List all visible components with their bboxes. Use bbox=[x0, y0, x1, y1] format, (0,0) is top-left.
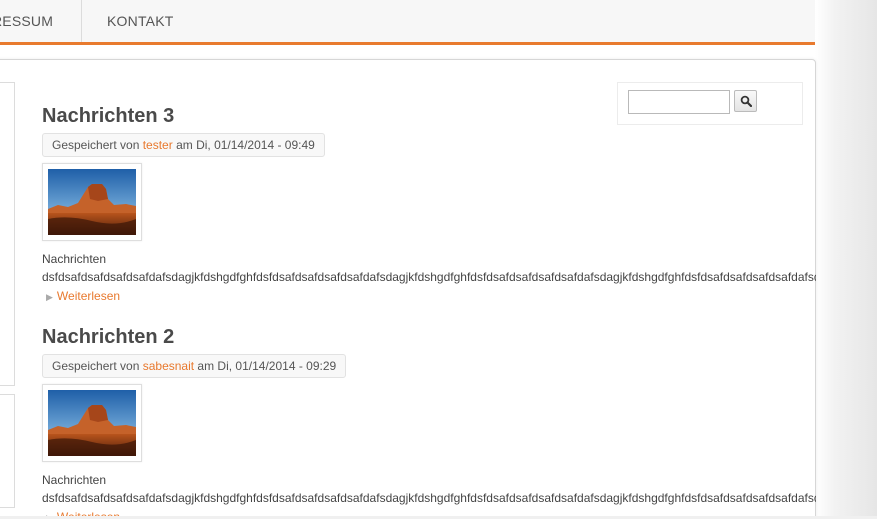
nav-divider bbox=[81, 0, 82, 42]
submitted-prefix: Gespeichert von bbox=[52, 359, 143, 373]
submitted-date: am Di, 01/14/2014 - 09:29 bbox=[194, 359, 337, 373]
top-navigation: RESSUM KONTAKT bbox=[0, 0, 815, 45]
article-teaser: Nachrichten 3 Gespeichert von tester am … bbox=[42, 104, 822, 306]
sidebar-panel bbox=[0, 394, 15, 508]
body-label: Nachrichten bbox=[42, 252, 107, 266]
read-more[interactable]: ▶ Weiterlesen bbox=[42, 287, 822, 306]
read-more-arrow-icon: ▶ bbox=[46, 292, 53, 302]
submitted-info: Gespeichert von tester am Di, 01/14/2014… bbox=[42, 133, 325, 157]
submitted-prefix: Gespeichert von bbox=[52, 138, 143, 152]
author-link[interactable]: sabesnait bbox=[143, 359, 194, 373]
read-more-link[interactable]: Weiterlesen bbox=[57, 289, 120, 303]
nav-item-kontakt[interactable]: KONTAKT bbox=[107, 0, 173, 42]
page: RESSUM KONTAKT Nachrichten 3 Gespeichert… bbox=[0, 0, 877, 519]
article-image bbox=[42, 163, 142, 241]
author-link[interactable]: tester bbox=[143, 138, 173, 152]
article-image bbox=[42, 384, 142, 462]
desert-landscape-image bbox=[48, 390, 136, 456]
body-text: dsfdsafdsafdsafdsafdafsdagjkfdshgdfghfds… bbox=[42, 491, 816, 505]
sidebar-panel bbox=[0, 82, 15, 386]
article-title[interactable]: Nachrichten 2 bbox=[42, 325, 822, 349]
submitted-info: Gespeichert von sabesnait am Di, 01/14/2… bbox=[42, 354, 347, 378]
body-label: Nachrichten bbox=[42, 473, 107, 487]
nav-item-impressum[interactable]: RESSUM bbox=[0, 0, 77, 42]
article-title[interactable]: Nachrichten 3 bbox=[42, 104, 822, 128]
body-text: dsfdsafdsafdsafdsafdafsdagjkfdshgdfghfds… bbox=[42, 270, 816, 284]
article-teaser: Nachrichten 2 Gespeichert von sabesnait … bbox=[42, 325, 822, 519]
nav-accent-bar bbox=[0, 42, 815, 45]
submitted-date: am Di, 01/14/2014 - 09:49 bbox=[172, 138, 315, 152]
desert-landscape-image bbox=[48, 169, 136, 235]
